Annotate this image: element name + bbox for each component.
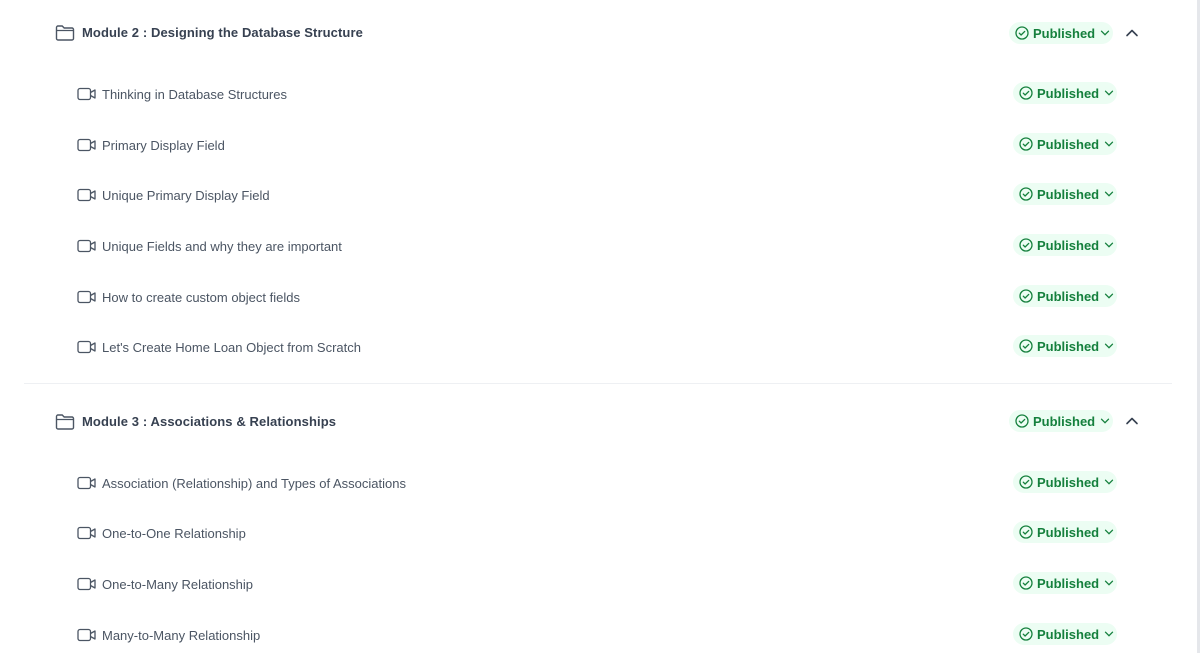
status-label: Published [1037,85,1100,101]
lesson-status-dropdown[interactable]: Published [1013,133,1117,155]
video-icon [77,628,96,642]
folder-icon [55,25,75,41]
status-label: Published [1037,524,1100,540]
status-label: Published [1037,237,1100,253]
module-header[interactable]: Module 2 : Designing the Database Struct… [24,15,1172,51]
check-circle-icon [1019,525,1033,539]
lesson-row[interactable]: One-to-Many Relationship [24,566,1172,602]
chevron-down-icon [1104,580,1114,586]
check-circle-icon [1019,627,1033,641]
lesson-status-dropdown[interactable]: Published [1013,335,1117,357]
check-circle-icon [1019,576,1033,590]
check-circle-icon [1019,137,1033,151]
check-circle-icon [1015,414,1029,428]
video-icon [77,476,96,490]
status-label: Published [1037,575,1100,591]
check-circle-icon [1019,86,1033,100]
lesson-title: Many-to-Many Relationship [102,628,261,643]
status-label: Published [1037,136,1100,152]
module-status-dropdown[interactable]: Published [1009,410,1113,432]
video-icon [77,290,96,304]
video-icon [77,87,96,101]
chevron-down-icon [1104,631,1114,637]
check-circle-icon [1019,289,1033,303]
lesson-row[interactable]: Thinking in Database Structures [24,76,1172,112]
status-label: Published [1033,413,1096,429]
lesson-status-dropdown[interactable]: Published [1013,572,1117,594]
lesson-row[interactable]: How to create custom object fields [24,279,1172,315]
chevron-down-icon [1104,293,1114,299]
module-header[interactable]: Module 3 : Associations & Relationships [24,404,1172,440]
chevron-down-icon [1104,343,1114,349]
lesson-status-dropdown[interactable]: Published [1013,285,1117,307]
module-title: Module 2 : Designing the Database Struct… [82,25,363,40]
chevron-down-icon [1104,479,1114,485]
check-circle-icon [1019,475,1033,489]
lesson-status-dropdown[interactable]: Published [1013,82,1117,104]
chevron-down-icon [1104,191,1114,197]
folder-icon [55,414,75,430]
lesson-status-dropdown[interactable]: Published [1013,623,1117,645]
lesson-status-dropdown[interactable]: Published [1013,234,1117,256]
chevron-up-icon[interactable] [1123,412,1141,430]
module-status-dropdown[interactable]: Published [1009,22,1113,44]
course-curriculum: Module 2 : Designing the Database Struct… [0,0,1200,653]
lesson-title: Thinking in Database Structures [102,87,287,102]
status-label: Published [1037,338,1100,354]
video-icon [77,340,96,354]
chevron-down-icon [1100,418,1110,424]
lesson-row[interactable]: Primary Display Field [24,127,1172,163]
chevron-down-icon [1104,141,1114,147]
lesson-row[interactable]: Many-to-Many Relationship [24,617,1172,653]
status-label: Published [1037,288,1100,304]
chevron-up-icon[interactable] [1123,24,1141,42]
video-icon [77,188,96,202]
lesson-title: One-to-Many Relationship [102,577,254,592]
lesson-title: Let's Create Home Loan Object from Scrat… [102,340,361,355]
video-icon [77,526,96,540]
video-icon [77,138,96,152]
lesson-title: How to create custom object fields [102,290,300,305]
lesson-row[interactable]: Association (Relationship) and Types of … [24,465,1172,501]
lesson-row[interactable]: Let's Create Home Loan Object from Scrat… [24,329,1172,365]
lesson-status-dropdown[interactable]: Published [1013,471,1117,493]
check-circle-icon [1019,238,1033,252]
status-label: Published [1033,25,1096,41]
lesson-row[interactable]: One-to-One Relationship [24,515,1172,551]
module-title: Module 3 : Associations & Relationships [82,414,337,429]
chevron-down-icon [1100,30,1110,36]
video-icon [77,239,96,253]
check-circle-icon [1019,187,1033,201]
status-label: Published [1037,626,1100,642]
lesson-status-dropdown[interactable]: Published [1013,183,1117,205]
check-circle-icon [1015,26,1029,40]
video-icon [77,577,96,591]
chevron-down-icon [1104,529,1114,535]
lesson-title: Primary Display Field [102,138,225,153]
chevron-down-icon [1104,90,1114,96]
lesson-title: Association (Relationship) and Types of … [102,476,406,491]
check-circle-icon [1019,339,1033,353]
status-label: Published [1037,474,1100,490]
lesson-title: Unique Fields and why they are important [102,239,342,254]
lesson-title: One-to-One Relationship [102,526,246,541]
lesson-status-dropdown[interactable]: Published [1013,521,1117,543]
lesson-row[interactable]: Unique Primary Display Field [24,177,1172,213]
lesson-row[interactable]: Unique Fields and why they are important [24,228,1172,264]
lesson-title: Unique Primary Display Field [102,188,270,203]
status-label: Published [1037,186,1100,202]
module-divider [24,383,1172,384]
chevron-down-icon [1104,242,1114,248]
